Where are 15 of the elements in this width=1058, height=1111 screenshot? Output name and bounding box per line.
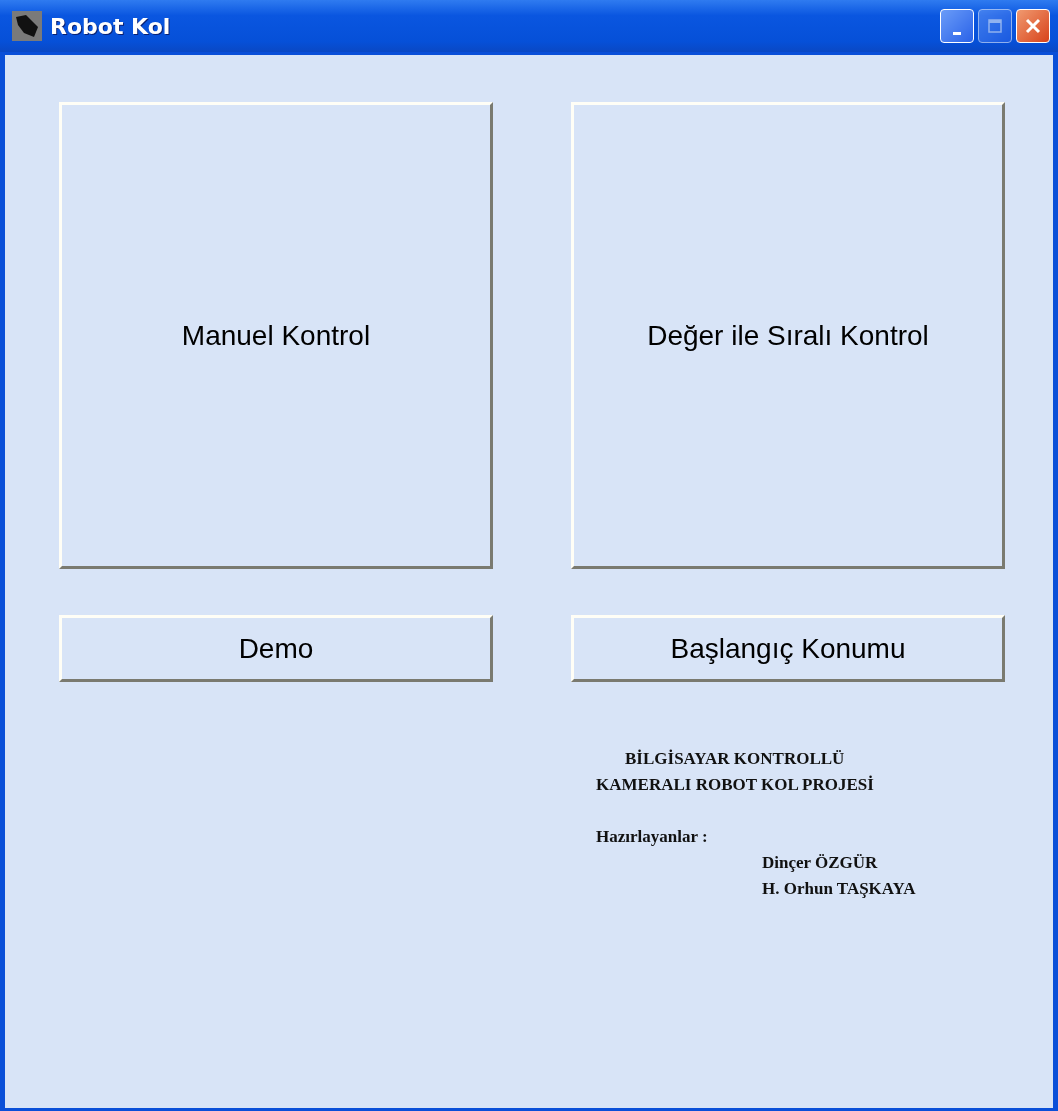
close-icon <box>1023 16 1043 36</box>
author-name: H. Orhun TAŞKAYA <box>762 879 916 898</box>
project-title-line: BİLGİSAYAR KONTROLLÜ <box>625 749 845 768</box>
close-button[interactable] <box>1016 9 1050 43</box>
minimize-button[interactable] <box>940 9 974 43</box>
action-button[interactable]: Başlangıç Konumu <box>571 615 1005 682</box>
author-name: Dinçer ÖZGÜR <box>762 853 878 872</box>
maximize-icon <box>985 16 1005 36</box>
minimize-icon <box>953 31 961 35</box>
menu-button[interactable]: Değer ile Sıralı Kontrol <box>571 102 1005 569</box>
menu-button[interactable]: Manuel Kontrol <box>59 102 493 569</box>
window-title: Robot Kol <box>50 12 171 41</box>
prepared-by-label: Hazırlayanlar : <box>596 827 708 846</box>
project-title-line: KAMERALI ROBOT KOL PROJESİ <box>596 775 874 794</box>
action-button[interactable]: Demo <box>59 615 493 682</box>
